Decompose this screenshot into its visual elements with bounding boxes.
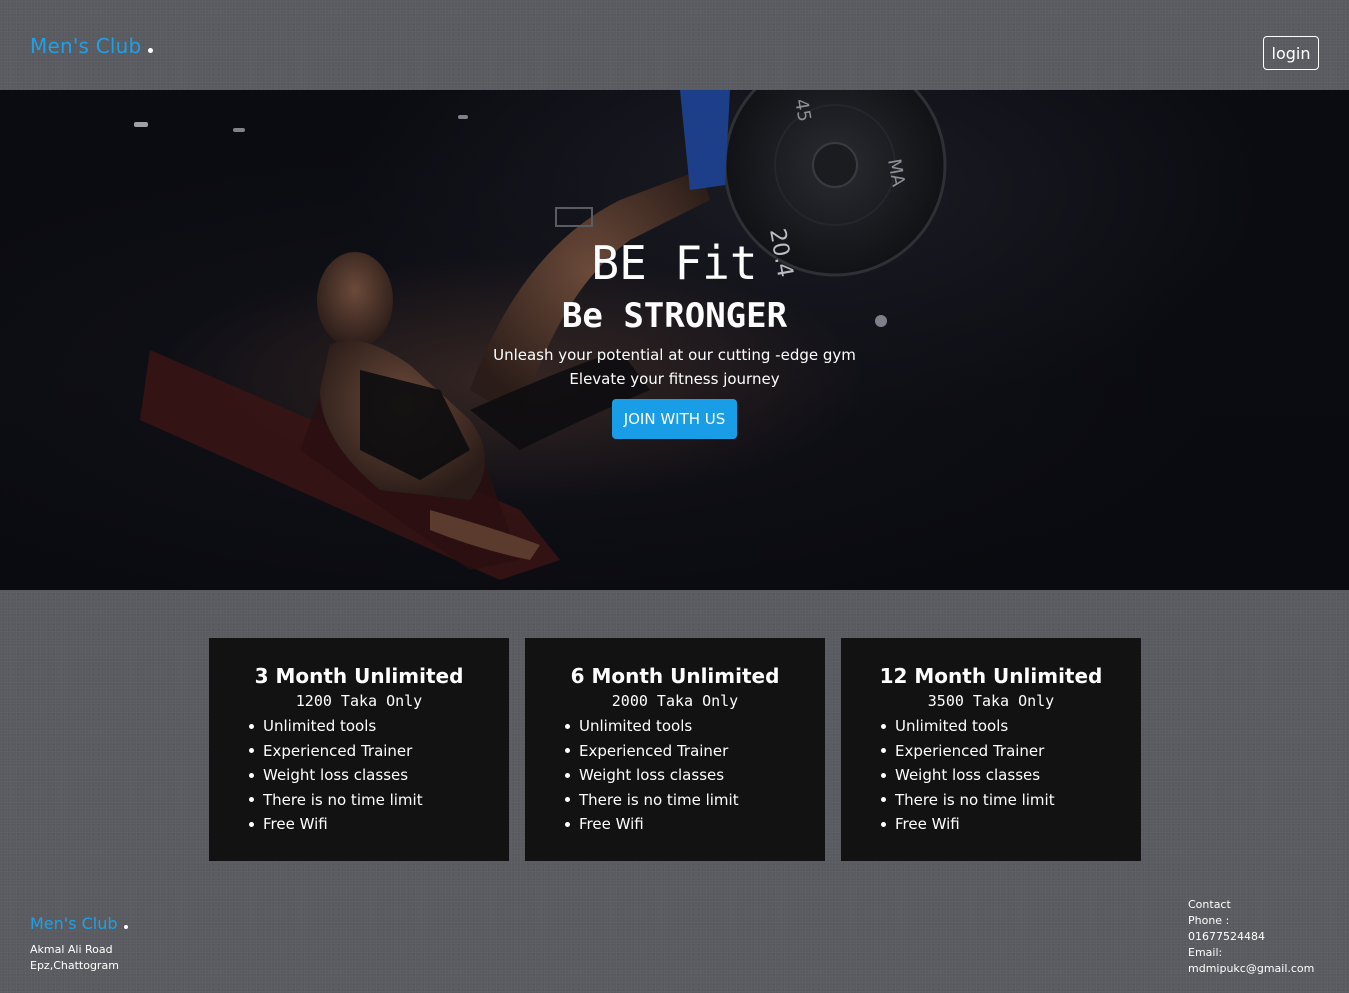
bullet-icon [881, 821, 886, 827]
hero-section: 20.4 45 MA BE Fit Be STRONGER Unleash yo… [0, 90, 1349, 590]
plan-feature: There is no time limit [249, 788, 509, 813]
brand-name: Men's Club [30, 34, 142, 58]
brand-dot-icon [123, 925, 128, 929]
plate-weight-label: 45 [790, 97, 815, 123]
login-button[interactable]: login [1263, 36, 1319, 70]
hero-title: BE Fit [591, 236, 758, 290]
plan-feature: Weight loss classes [565, 763, 825, 788]
plan-features-list: Unlimited tools Experienced Trainer Weig… [249, 714, 509, 837]
plan-feature: Experienced Trainer [249, 739, 509, 764]
brand-logo[interactable]: Men's Club [30, 34, 154, 58]
footer-brand-name: Men's Club [30, 914, 118, 933]
plan-card: 3 Month Unlimited 1200 Taka Only Unlimit… [209, 638, 509, 861]
plan-title: 6 Month Unlimited [570, 664, 780, 688]
plan-feature: Unlimited tools [565, 714, 825, 739]
plan-feature: Experienced Trainer [881, 739, 1141, 764]
plan-price: 2000 Taka Only [611, 692, 739, 710]
plan-features-list: Unlimited tools Experienced Trainer Weig… [565, 714, 825, 837]
bullet-icon [249, 772, 254, 778]
join-button[interactable]: JOIN WITH US [612, 399, 737, 439]
address-line: Epz,Chattogram [30, 959, 119, 972]
pricing-plans: 3 Month Unlimited 1200 Taka Only Unlimit… [209, 638, 1141, 861]
plan-feature: Free Wifi [249, 812, 509, 837]
plan-card: 6 Month Unlimited 2000 Taka Only Unlimit… [525, 638, 825, 861]
hero-content: BE Fit Be STRONGER Unleash your potentia… [0, 235, 1349, 439]
bullet-icon [565, 723, 570, 729]
brand-dot-icon [148, 48, 154, 53]
plan-feature: Unlimited tools [249, 714, 509, 739]
plan-feature: There is no time limit [881, 788, 1141, 813]
navbar: Men's Club login [0, 0, 1349, 90]
bullet-icon [565, 797, 570, 803]
bullet-icon [249, 748, 254, 754]
plan-title: 3 Month Unlimited [254, 664, 464, 688]
bullet-icon [565, 772, 570, 778]
bullet-icon [881, 797, 886, 803]
plan-card: 12 Month Unlimited 3500 Taka Only Unlimi… [841, 638, 1141, 861]
plan-price: 1200 Taka Only [295, 692, 423, 710]
plan-feature: Unlimited tools [881, 714, 1141, 739]
plan-price: 3500 Taka Only [927, 692, 1055, 710]
phone-label: Phone : [1188, 914, 1230, 927]
bullet-icon [565, 821, 570, 827]
hero-tagline: Unleash your potential at our cutting -e… [493, 346, 856, 364]
plan-feature: Free Wifi [881, 812, 1141, 837]
plan-features-list: Unlimited tools Experienced Trainer Weig… [881, 714, 1141, 837]
plan-feature: Weight loss classes [249, 763, 509, 788]
plan-feature: Experienced Trainer [565, 739, 825, 764]
bullet-icon [249, 821, 254, 827]
plan-feature: Weight loss classes [881, 763, 1141, 788]
plan-feature: There is no time limit [565, 788, 825, 813]
address-line: Akmal Ali Road [30, 943, 113, 956]
hero-tagline-secondary: Elevate your fitness journey [569, 370, 780, 388]
hero-subtitle: Be STRONGER [561, 296, 788, 336]
footer-contact: Contact Phone : 01677524484 Email: mdmip… [1188, 897, 1314, 977]
footer-address: Akmal Ali Road Epz,Chattogram [30, 942, 119, 974]
contact-heading: Contact [1188, 898, 1231, 911]
email-label: Email: [1188, 946, 1223, 959]
bullet-icon [565, 748, 570, 754]
bullet-icon [881, 772, 886, 778]
phone-number: 01677524484 [1188, 930, 1265, 943]
bullet-icon [881, 748, 886, 754]
bullet-icon [249, 723, 254, 729]
email-address[interactable]: mdmipukc@gmail.com [1188, 961, 1314, 977]
bullet-icon [881, 723, 886, 729]
plan-feature: Free Wifi [565, 812, 825, 837]
footer-brand-logo[interactable]: Men's Club [30, 914, 128, 933]
plan-title: 12 Month Unlimited [879, 664, 1103, 688]
bullet-icon [249, 797, 254, 803]
